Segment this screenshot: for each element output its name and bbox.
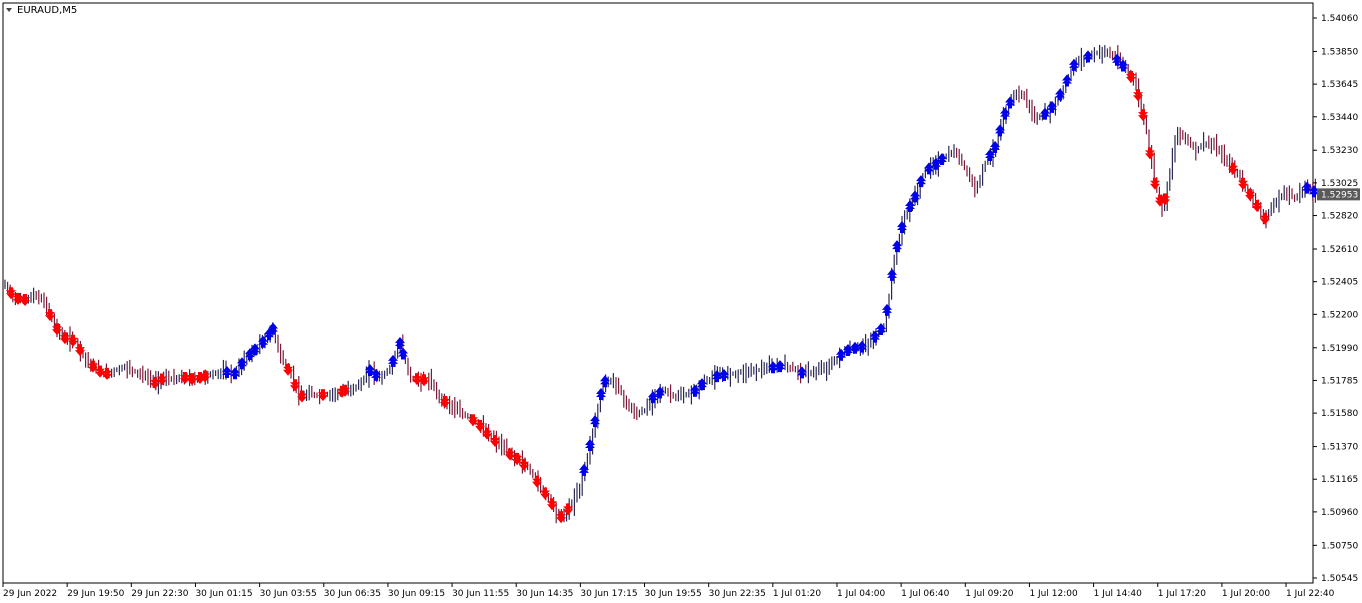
y-tick-label: 1.52200 xyxy=(1321,310,1358,320)
x-tick-label: 1 Jul 06:40 xyxy=(901,589,950,599)
y-tick-label: 1.51580 xyxy=(1321,409,1358,419)
x-tick-label: 29 Jun 19:50 xyxy=(67,589,124,599)
x-tick-label: 30 Jun 06:35 xyxy=(324,589,381,599)
chart-header: EURAUD,M5 xyxy=(6,5,77,16)
x-axis: 29 Jun 2022 29 Jun 19:50 29 Jun 22:30 30 Ju… xyxy=(2,583,1335,599)
x-tick-label: 1 Jul 20:00 xyxy=(1222,589,1271,599)
y-tick-label: 1.53850 xyxy=(1321,47,1358,57)
y-tick-label: 1.52405 xyxy=(1321,278,1358,288)
x-tick-label: 30 Jun 19:55 xyxy=(645,589,702,599)
x-tick-label: 30 Jun 22:35 xyxy=(709,589,766,599)
x-tick-label: 30 Jun 09:15 xyxy=(388,589,445,599)
y-tick-label: 1.51785 xyxy=(1321,376,1358,386)
y-tick-label: 1.53440 xyxy=(1321,113,1358,123)
y-tick-label: 1.52820 xyxy=(1321,212,1358,222)
y-tick-label: 1.53025 xyxy=(1321,179,1358,189)
x-tick-label: 1 Jul 12:00 xyxy=(1029,589,1078,599)
y-tick-label: 1.53645 xyxy=(1321,80,1358,90)
x-tick-label: 30 Jun 17:15 xyxy=(580,589,637,599)
x-tick-label: 30 Jun 11:55 xyxy=(452,589,509,599)
y-tick-label: 1.53230 xyxy=(1321,146,1358,156)
x-tick-label: 1 Jul 14:40 xyxy=(1094,589,1143,599)
x-tick-label: 29 Jun 22:30 xyxy=(131,589,188,599)
y-tick-label: 1.52610 xyxy=(1321,245,1358,255)
y-axis: 1.54060 1.53850 1.53645 1.53440 1.53230 1.530… xyxy=(1313,14,1358,584)
x-tick-label: 30 Jun 01:15 xyxy=(195,589,252,599)
y-tick-label: 1.51370 xyxy=(1321,443,1358,453)
y-tick-label: 1.51990 xyxy=(1321,344,1358,354)
x-tick-label: 1 Jul 17:20 xyxy=(1158,589,1207,599)
x-tick-label: 30 Jun 03:55 xyxy=(260,589,317,599)
y-tick-label: 1.50750 xyxy=(1321,541,1358,551)
x-tick-label: 1 Jul 04:00 xyxy=(837,589,886,599)
x-tick-label: 1 Jul 09:20 xyxy=(965,589,1014,599)
price-chart[interactable]: 1.54060 1.53850 1.53645 1.53440 1.53230 1.530… xyxy=(0,0,1362,603)
y-tick-label: 1.51165 xyxy=(1321,475,1358,485)
y-tick-label: 1.54060 xyxy=(1321,14,1358,24)
plot-area[interactable] xyxy=(2,2,1314,584)
current-price-label: 1.52953 xyxy=(1321,190,1358,200)
current-price-tag: 1.52953 xyxy=(1317,188,1360,201)
x-tick-label: 1 Jul 22:40 xyxy=(1286,589,1335,599)
x-tick-label: 30 Jun 14:35 xyxy=(516,589,573,599)
chart-title: EURAUD,M5 xyxy=(17,5,77,16)
x-tick-label: 1 Jul 01:20 xyxy=(773,589,822,599)
x-tick-label: 29 Jun 2022 xyxy=(3,589,57,599)
y-tick-label: 1.50545 xyxy=(1321,574,1358,584)
y-tick-label: 1.50960 xyxy=(1321,508,1358,518)
